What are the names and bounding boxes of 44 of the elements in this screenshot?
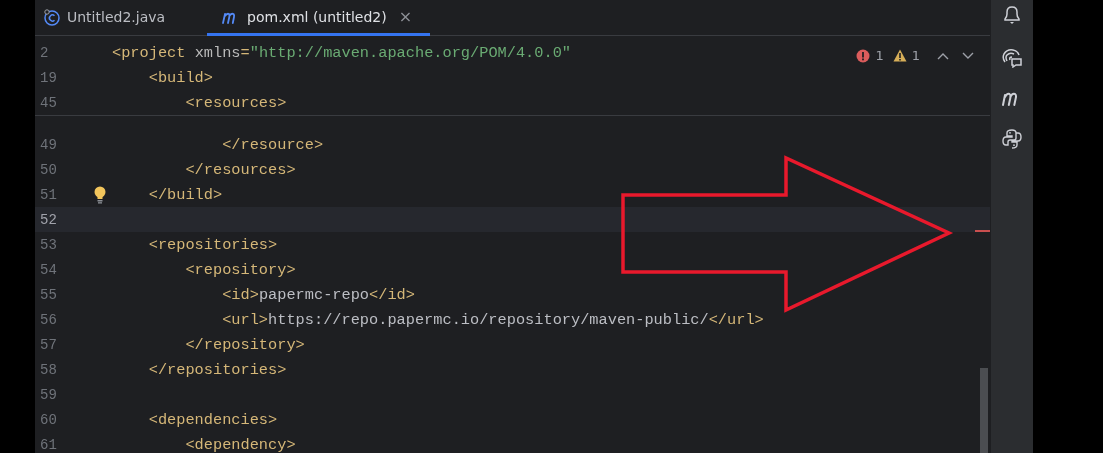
- line-number: 52: [39, 211, 58, 228]
- line-number: 45: [39, 94, 58, 111]
- code-line: <build>: [147, 68, 213, 87]
- bell-icon[interactable]: [1002, 4, 1022, 26]
- code-line: <project xmlns="http://maven.apache.org/POM/4.0.0": [112, 43, 571, 62]
- chat-icon[interactable]: [1001, 48, 1023, 68]
- line-number: 59: [39, 386, 58, 403]
- python-icon[interactable]: [1001, 128, 1023, 150]
- warning-icon[interactable]: [892, 49, 907, 62]
- code-line: </repository>: [184, 335, 305, 354]
- scrollbar-thumb[interactable]: [980, 368, 988, 453]
- warning-count[interactable]: 1: [911, 48, 920, 63]
- code-line: </resources>: [184, 160, 296, 179]
- code-line: <dependencies>: [147, 410, 278, 429]
- file-tab[interactable]: Untitled2.java: [43, 0, 184, 36]
- line-number: 50: [39, 161, 58, 178]
- code-line: <dependency>: [184, 435, 296, 453]
- error-count[interactable]: 1: [875, 48, 884, 63]
- line-number: 60: [39, 411, 58, 428]
- line-number: 51: [39, 186, 58, 203]
- line-number: 19: [39, 69, 58, 86]
- line-number: 57: [39, 336, 58, 353]
- line-number: 53: [39, 236, 58, 253]
- close-icon[interactable]: ×: [398, 7, 413, 26]
- code-line: <resources>: [184, 93, 287, 112]
- code-line: </resource>: [221, 135, 324, 154]
- line-number: 56: [39, 311, 58, 328]
- line-number: 55: [39, 286, 58, 303]
- code-line: </repositories>: [147, 360, 287, 379]
- line-number: 2: [39, 44, 50, 61]
- lightbulb-icon[interactable]: [93, 185, 106, 204]
- code-line: <repositories>: [147, 235, 278, 254]
- code-line: </build>: [147, 185, 223, 204]
- line-number: 58: [39, 361, 58, 378]
- chevron-up-icon[interactable]: [937, 51, 949, 60]
- class-icon: [43, 7, 61, 26]
- line-number: 54: [39, 261, 58, 278]
- chevron-down-icon[interactable]: [962, 51, 974, 60]
- line-number: 61: [39, 436, 58, 453]
- error-icon[interactable]: [856, 48, 871, 63]
- code-line: <repository>: [184, 260, 296, 279]
- code-line: <url>https://repo.papermc.io/repository/maven-public/</url>: [221, 310, 764, 329]
- line-number: 49: [39, 136, 58, 153]
- code-line: <id>papermc-repo</id>: [221, 285, 415, 304]
